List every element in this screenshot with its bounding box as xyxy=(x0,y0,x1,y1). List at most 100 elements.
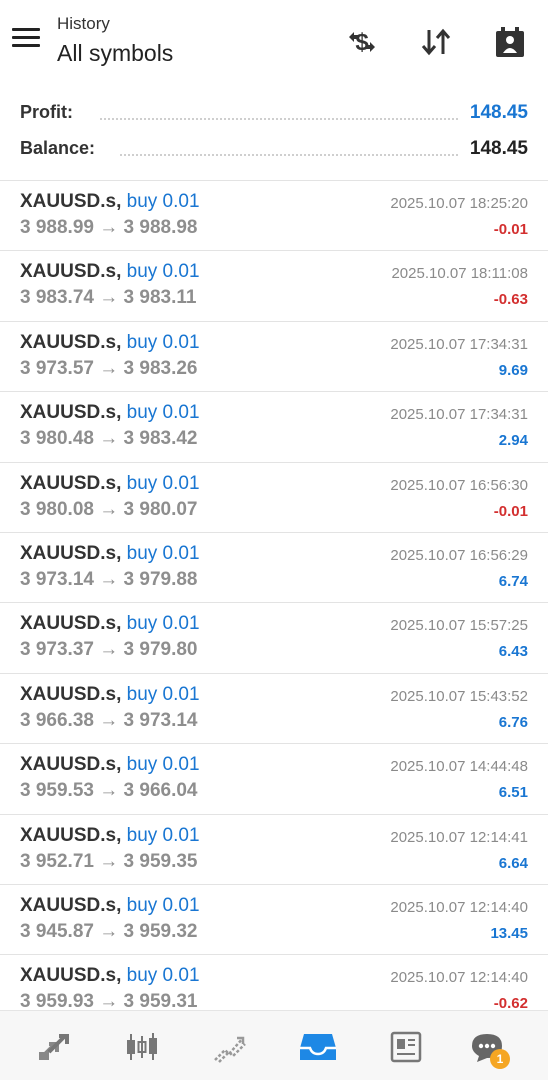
hamburger-menu-icon[interactable] xyxy=(12,28,42,52)
close-price: 3 979.88 xyxy=(123,568,198,590)
trade-side-volume: buy 0.01 xyxy=(126,331,200,353)
trade-side-volume: buy 0.01 xyxy=(126,754,200,776)
trade-row[interactable]: XAUUSD.s, buy 0.01 3 959.53 → 3 966.04 202… xyxy=(0,744,548,815)
close-price: 3 966.04 xyxy=(123,780,198,802)
trade-title: XAUUSD.s, buy 0.01 xyxy=(20,613,200,635)
bottom-navigation: 1 xyxy=(0,1010,548,1080)
header-subtitle: History xyxy=(57,14,110,33)
arrow-right-icon: → xyxy=(99,287,119,309)
close-price: 3 983.42 xyxy=(123,428,198,450)
trade-time: 2025.10.07 18:11:08 xyxy=(391,265,528,283)
arrow-right-icon: → xyxy=(99,639,119,661)
quotes-arrows-icon[interactable] xyxy=(32,1025,76,1069)
close-price: 3 983.11 xyxy=(123,287,197,309)
app-header: History All symbols $ xyxy=(0,0,548,90)
trade-prices: 3 959.93 → 3 959.31 xyxy=(20,991,198,1010)
trade-time: 2025.10.07 14:44:48 xyxy=(390,758,528,776)
trade-time: 2025.10.07 15:43:52 xyxy=(390,687,528,705)
sort-icon[interactable] xyxy=(416,22,456,62)
profit-row: Profit: 148.45 xyxy=(0,96,548,132)
trade-profit: 13.45 xyxy=(490,924,528,942)
trade-row[interactable]: XAUUSD.s, buy 0.01 3 980.48 → 3 983.42 202… xyxy=(0,392,548,463)
currency-exchange-icon[interactable]: $ xyxy=(342,22,382,62)
arrow-right-icon: → xyxy=(99,920,119,942)
arrow-right-icon: → xyxy=(99,991,119,1010)
trade-title: XAUUSD.s, buy 0.01 xyxy=(20,261,200,283)
trade-row[interactable]: XAUUSD.s, buy 0.01 3 973.37 → 3 979.80 202… xyxy=(0,603,548,674)
trade-side-volume: buy 0.01 xyxy=(126,824,200,846)
trade-symbol: XAUUSD.s, xyxy=(20,754,122,776)
open-price: 3 983.74 xyxy=(20,287,94,309)
newspaper-icon[interactable] xyxy=(384,1025,428,1069)
trade-row[interactable]: XAUUSD.s, buy 0.01 3 966.38 → 3 973.14 202… xyxy=(0,674,548,745)
open-price: 3 973.37 xyxy=(20,639,94,661)
open-price: 3 980.48 xyxy=(20,428,94,450)
trade-time: 2025.10.07 17:34:31 xyxy=(390,335,528,353)
arrow-right-icon: → xyxy=(99,498,119,520)
close-price: 3 988.98 xyxy=(123,217,198,238)
trade-row[interactable]: XAUUSD.s, buy 0.01 3 959.93 → 3 959.31 202… xyxy=(0,955,548,1010)
trade-prices: 3 973.37 → 3 979.80 xyxy=(20,639,198,661)
trade-profit: 6.76 xyxy=(498,713,528,731)
trade-prices: 3 945.87 → 3 959.32 xyxy=(20,921,198,943)
trade-title: XAUUSD.s, buy 0.01 xyxy=(20,332,200,354)
trade-symbol: XAUUSD.s, xyxy=(20,824,122,846)
candlestick-chart-icon[interactable] xyxy=(120,1025,164,1069)
trade-symbol: XAUUSD.s, xyxy=(20,965,122,987)
balance-label: Balance: xyxy=(20,138,102,159)
trade-title: XAUUSD.s, buy 0.01 xyxy=(20,895,200,917)
dotted-leader xyxy=(100,118,458,120)
trade-title: XAUUSD.s, buy 0.01 xyxy=(20,402,200,424)
open-price: 3 973.57 xyxy=(20,357,94,379)
trade-symbol: XAUUSD.s, xyxy=(20,261,122,283)
calendar-person-icon[interactable] xyxy=(490,22,530,62)
trade-prices: 3 973.57 → 3 983.26 xyxy=(20,358,198,380)
trade-row[interactable]: XAUUSD.s, buy 0.01 3 952.71 → 3 959.35 202… xyxy=(0,815,548,885)
inbox-icon[interactable] xyxy=(296,1025,340,1069)
trade-row[interactable]: XAUUSD.s, buy 0.01 3 983.74 → 3 983.11 202… xyxy=(0,251,548,322)
trade-profit: 9.69 xyxy=(498,361,528,379)
trade-row[interactable]: XAUUSD.s, buy 0.01 3 973.14 → 3 979.88 202… xyxy=(0,533,548,604)
trade-prices: 3 980.08 → 3 980.07 xyxy=(20,499,198,521)
trade-side-volume: buy 0.01 xyxy=(126,894,200,916)
trade-row[interactable]: XAUUSD.s, buy 0.01 3 973.57 → 3 983.26 202… xyxy=(0,322,548,393)
arrow-right-icon: → xyxy=(99,428,119,450)
trade-profit: -0.01 xyxy=(493,502,528,520)
trade-profit: -0.63 xyxy=(493,291,528,309)
trade-time: 2025.10.07 17:34:31 xyxy=(390,406,528,424)
svg-text:$: $ xyxy=(355,29,369,56)
open-price: 3 973.14 xyxy=(20,568,94,590)
trade-profit: -0.01 xyxy=(493,221,528,238)
trade-row[interactable]: XAUUSD.s, buy 0.01 3 988.99 → 3 988.98 202… xyxy=(0,181,548,252)
summary-panel: Profit: 148.45 Balance: 148.45 xyxy=(0,92,548,180)
arrow-right-icon: → xyxy=(99,217,119,238)
close-price: 3 959.32 xyxy=(123,920,198,942)
close-price: 3 980.07 xyxy=(123,498,198,520)
trade-symbol: XAUUSD.s, xyxy=(20,331,122,353)
trade-side-volume: buy 0.01 xyxy=(126,261,200,283)
open-price: 3 959.53 xyxy=(20,780,94,802)
chat-icon[interactable]: 1 xyxy=(466,1025,510,1069)
trade-side-volume: buy 0.01 xyxy=(126,613,200,635)
notification-badge: 1 xyxy=(490,1049,510,1069)
balance-row: Balance: 148.45 xyxy=(0,132,548,168)
trade-row[interactable]: XAUUSD.s, buy 0.01 3 980.08 → 3 980.07 202… xyxy=(0,463,548,533)
trade-chart-icon[interactable] xyxy=(208,1025,252,1069)
open-price: 3 980.08 xyxy=(20,498,94,520)
trade-symbol: XAUUSD.s, xyxy=(20,191,122,212)
page-title: All symbols xyxy=(57,40,174,66)
trade-time: 2025.10.07 18:25:20 xyxy=(390,195,528,212)
trade-time: 2025.10.07 12:14:41 xyxy=(390,828,528,846)
trade-title: XAUUSD.s, buy 0.01 xyxy=(20,754,200,776)
trade-time: 2025.10.07 12:14:40 xyxy=(390,969,528,987)
trade-time: 2025.10.07 12:14:40 xyxy=(390,898,528,916)
trade-history-list[interactable]: XAUUSD.s, buy 0.01 3 988.99 → 3 988.98 202… xyxy=(0,180,548,1010)
trade-profit: 2.94 xyxy=(498,432,528,450)
trade-title: XAUUSD.s, buy 0.01 xyxy=(20,684,200,706)
trade-symbol: XAUUSD.s, xyxy=(20,542,122,564)
trade-title: XAUUSD.s, buy 0.01 xyxy=(20,825,200,847)
trade-symbol: XAUUSD.s, xyxy=(20,894,122,916)
trade-prices: 3 966.38 → 3 973.14 xyxy=(20,710,198,732)
trade-symbol: XAUUSD.s, xyxy=(20,402,122,424)
trade-row[interactable]: XAUUSD.s, buy 0.01 3 945.87 → 3 959.32 202… xyxy=(0,885,548,956)
